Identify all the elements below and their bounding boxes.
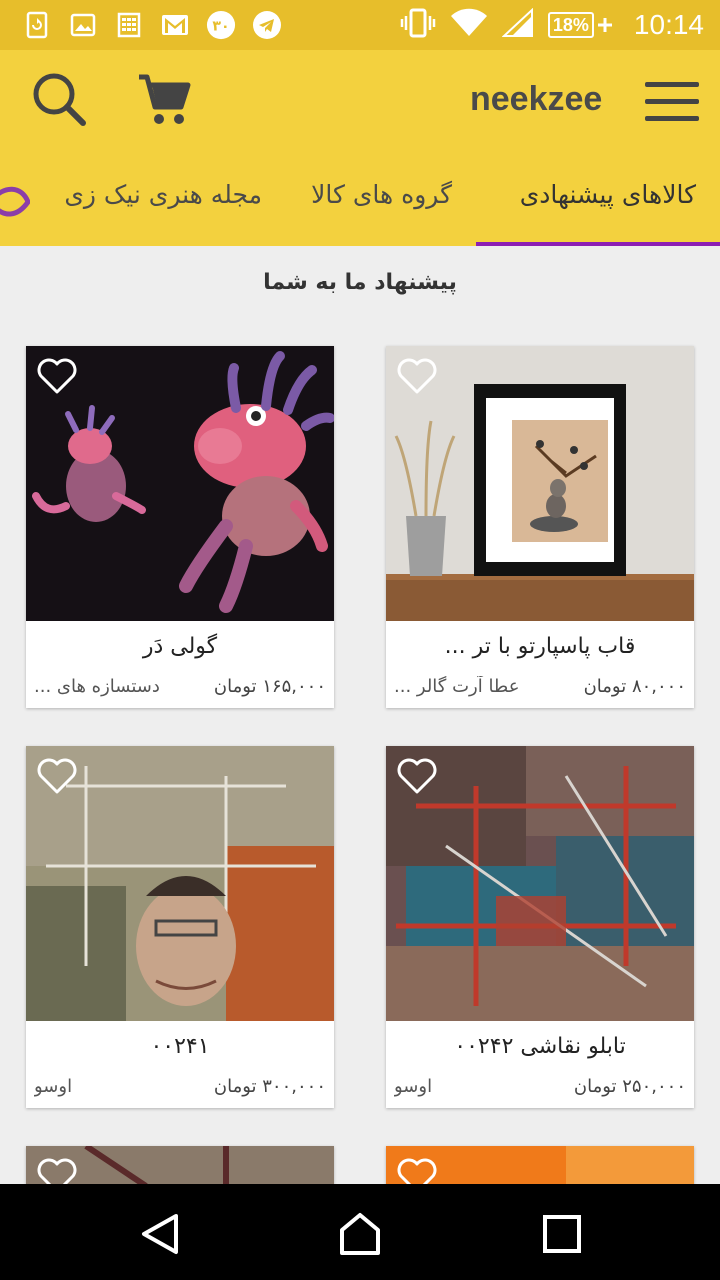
telegram-icon [252,10,282,40]
tab-suggested[interactable]: کالاهای پیشنهادی [520,180,696,209]
gmail-icon [160,10,190,40]
wifi-icon [450,8,488,42]
battery-percent: 18% [547,12,594,38]
system-nav-bar [0,1184,720,1280]
product-price: ۱۶۵,۰۰۰ تومان [213,676,326,697]
clock: 10:14 [633,9,704,40]
product-card[interactable] [386,1146,694,1186]
section-title: پیشنهاد ما به شما [263,270,457,295]
system-icons: 18% 10:14 [400,7,704,42]
product-name: گولی دَر [142,634,218,659]
product-card[interactable]: قاب پاسپارتو با تر ... ۸۰,۰۰۰ تومان عطا … [386,346,694,708]
shop-name: دستسازه های ... [34,676,160,697]
favorite-heart-icon[interactable] [396,756,438,796]
product-card[interactable]: ۰۰۲۴۱ ۳۰۰,۰۰۰ تومان اوسو [26,746,334,1108]
product-name: تابلو نقاشی ۰۰۲۴۲ [454,1034,626,1059]
shop-name: اوسو [394,1076,433,1097]
brand-logo[interactable]: neekzee [470,80,602,119]
cart-icon[interactable] [130,66,196,132]
home-icon[interactable] [338,1212,382,1256]
product-price: ۲۵۰,۰۰۰ تومان [573,1076,686,1097]
favorite-heart-icon[interactable] [396,356,438,396]
product-name: ۰۰۲۴۱ [150,1034,210,1059]
image-icon [68,10,98,40]
shop-name: اوسو [34,1076,73,1097]
badge-icon: ۳۰ [206,10,236,40]
tab-categories[interactable]: گروه های کالا [311,180,452,209]
notification-badge-text: ۳۰ [212,19,229,35]
product-card[interactable]: گولی دَر ۱۶۵,۰۰۰ تومان دستسازه های ... [26,346,334,708]
favorite-heart-icon[interactable] [36,356,78,396]
favorite-heart-icon[interactable] [36,756,78,796]
leaf-icon [0,180,31,228]
sim-refresh-icon [22,10,52,40]
tab-magazine[interactable]: مجله هنری نیک زی [64,180,262,209]
signal-icon [501,7,534,42]
favorite-heart-icon[interactable] [36,1156,78,1186]
favorite-heart-icon[interactable] [396,1156,438,1186]
tab-bar: کالاهای پیشنهادی گروه های کالا مجله هنری… [0,150,720,246]
recents-icon[interactable] [540,1212,584,1256]
menu-icon[interactable] [640,74,704,128]
product-card[interactable] [26,1146,334,1186]
battery-icon: 18% [547,11,612,39]
calculator-icon [114,10,144,40]
search-icon[interactable] [26,66,92,132]
product-card[interactable]: تابلو نقاشی ۰۰۲۴۲ ۲۵۰,۰۰۰ تومان اوسو [386,746,694,1108]
status-bar: ۳۰ 18% 10:14 [0,0,720,50]
product-price: ۸۰,۰۰۰ تومان [583,676,686,697]
product-price: ۳۰۰,۰۰۰ تومان [213,1076,326,1097]
notification-icons: ۳۰ [22,10,282,40]
active-tab-indicator [476,242,720,246]
product-name: قاب پاسپارتو با تر ... [444,634,636,659]
back-icon[interactable] [138,1212,182,1256]
vibrate-icon [400,8,436,42]
shop-name: عطا آرت گالر ... [394,676,520,697]
